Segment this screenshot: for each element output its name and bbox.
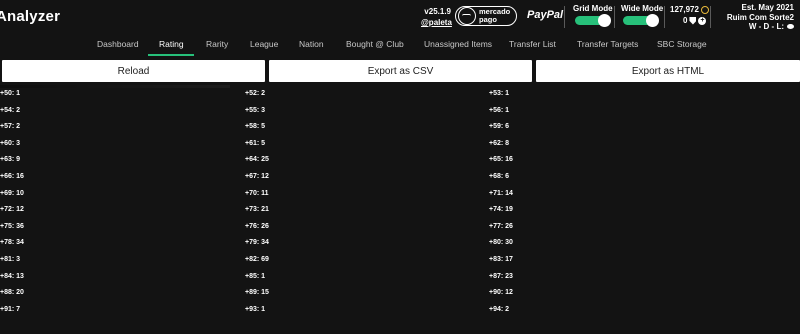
rating-count-item: +54: 2 [0,106,21,114]
club-info: Est. May 2021 Ruim Com Sorte2 W - D - L: [727,3,794,32]
rating-count-item: +70: 11 [245,189,269,197]
author-link[interactable]: @paleta [421,17,452,28]
rating-count-item: +67: 12 [245,173,269,180]
rating-count-item: +79: 34 [245,239,269,247]
rating-count-item: +65: 16 [489,156,513,164]
rating-count-item: +85: 1 [245,272,266,280]
tab-dashboard[interactable]: Dashboard [97,39,139,49]
rating-count-item: +89: 15 [245,289,269,297]
rating-count-item: +69: 10 [0,189,24,197]
add-points-icon[interactable]: + [698,16,707,25]
coin-icon [700,5,709,14]
header-divider [710,6,711,28]
points-balance: 0 + [683,16,707,25]
rating-count-item: +88: 20 [0,289,24,297]
established-date: Est. May 2021 [741,3,794,12]
tab-sbc-storage[interactable]: SBC Storage [657,39,707,49]
rating-count-item: +57: 2 [0,123,21,131]
rating-count-item: +80: 30 [489,239,513,247]
paypal-button[interactable]: PayPal [527,9,563,21]
coins-value: 127,972 [670,5,699,14]
rating-count-item: +87: 23 [489,272,513,280]
tab-bought-at-club[interactable]: Bought @ Club [346,39,404,49]
version-label: v25.1.9 [424,7,451,16]
version-info: v25.1.9 @paleta [421,6,452,28]
rating-count-item: +82: 69 [245,256,269,263]
rating-count-item: +76: 26 [245,222,269,230]
main-nav: Dashboard Rating Rarity League Nation Bo… [0,36,800,58]
top-bar: Analyzer v25.1.9 @paleta mercado pago Pa… [0,0,800,36]
rating-count-item: +50: 1 [0,90,21,97]
rating-count-item: +91: 7 [0,305,21,313]
rating-count-item: +60: 3 [0,139,21,147]
rating-count-item: +64: 25 [245,156,269,164]
active-tab-indicator [148,54,194,56]
rating-count-item: +53: 1 [489,90,510,97]
rating-count-item: +59: 6 [489,123,510,131]
handshake-icon [458,7,476,25]
rating-count-item: +77: 26 [489,222,513,230]
header-divider [564,6,565,28]
rating-count-item: +66: 16 [0,173,24,180]
export-csv-button[interactable]: Export as CSV [269,60,532,82]
tab-rarity[interactable]: Rarity [206,39,228,49]
toggle-knob [598,14,611,27]
reload-button[interactable]: Reload [2,60,265,82]
rating-count-item: +78: 34 [0,239,24,247]
rating-grid: +50: 1 +54: 2 +57: 2 +60: 3 +63: 9 +66: 16 +69… [0,88,800,334]
grid-mode-toggle[interactable] [575,14,611,27]
rating-count-item: +73: 21 [245,206,269,214]
app-title: Analyzer [0,8,61,25]
toggle-knob [646,14,659,27]
tab-rating[interactable]: Rating [159,39,184,49]
rating-count-item: +94: 2 [489,305,510,313]
points-value: 0 [683,16,688,25]
mercado-pago-button[interactable]: mercado pago [455,6,517,26]
coin-balance: 127,972 [670,5,709,14]
wdl-record: W - D - L: [727,22,794,32]
tab-transfer-targets[interactable]: Transfer Targets [577,39,638,49]
club-name: Ruim Com Sorte2 [726,12,794,22]
header-divider [664,6,665,28]
rating-count-item: +83: 17 [489,256,513,263]
tab-league[interactable]: League [250,39,278,49]
tab-transfer-list[interactable]: Transfer List [509,39,556,49]
rating-count-item: +55: 3 [245,106,266,114]
rating-count-item: +61: 5 [245,139,266,147]
rating-count-item: +58: 5 [245,123,266,131]
rating-count-item: +81: 3 [0,256,21,263]
rating-count-item: +72: 12 [0,206,24,214]
tab-nation[interactable]: Nation [299,39,324,49]
wide-mode-label: Wide Mode [621,4,664,13]
rating-count-item: +56: 1 [489,106,510,114]
rating-count-item: +62: 8 [489,139,510,147]
rating-count-item: +52: 2 [245,90,266,97]
rating-count-item: +84: 13 [0,272,24,280]
eye-icon[interactable] [787,24,794,30]
wide-mode-toggle[interactable] [623,14,659,27]
rating-count-item: +74: 19 [489,206,513,214]
rating-count-item: +63: 9 [0,156,21,164]
rating-count-item: +71: 14 [489,189,513,197]
grid-mode-label: Grid Mode [573,4,613,13]
rating-count-item: +93: 1 [245,305,266,313]
tab-unassigned-items[interactable]: Unassigned Items [424,39,492,49]
header-divider [614,6,615,28]
mercado-pago-text: mercado pago [479,7,511,24]
rating-count-item: +90: 12 [489,289,513,297]
rating-count-item: +68: 6 [489,173,510,180]
fifa-points-icon [689,16,697,25]
rating-count-item: +75: 36 [0,222,24,230]
export-html-button[interactable]: Export as HTML [536,60,800,82]
